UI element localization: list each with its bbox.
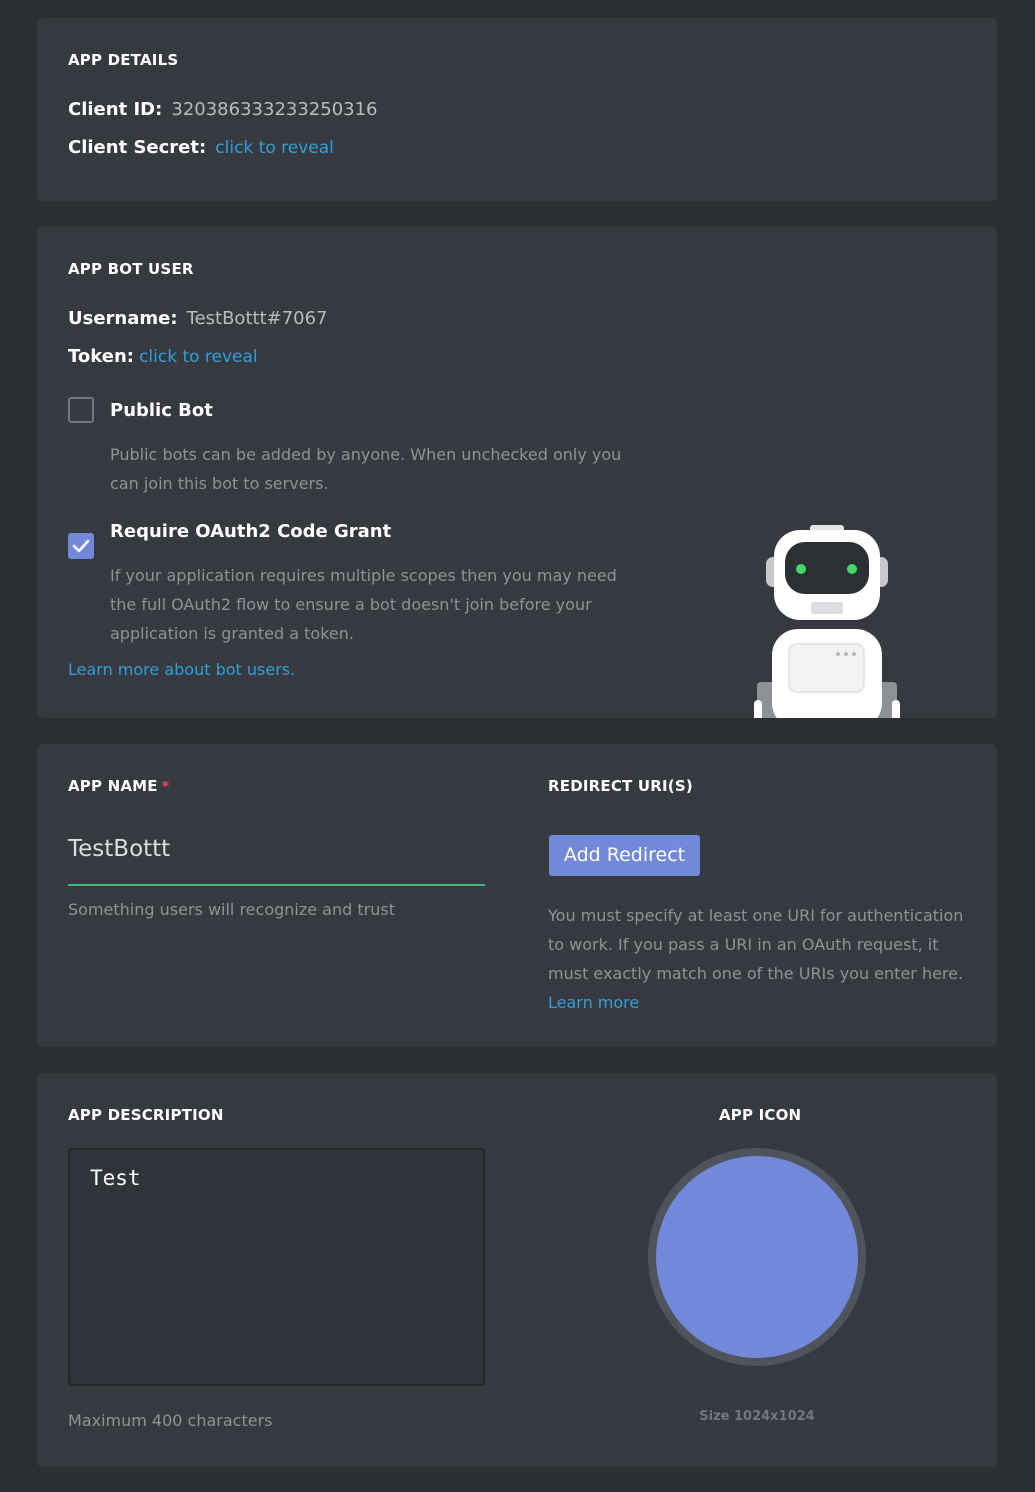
oauth-grant-description: If your application requires multiple sc… <box>110 561 670 648</box>
oauth-description-line: the full OAuth2 flow to ensure a bot doe… <box>110 595 592 614</box>
app-description-textarea[interactable]: Test <box>68 1148 485 1386</box>
public-bot-checkbox[interactable] <box>68 397 94 423</box>
public-bot-description: Public bots can be added by anyone. When… <box>110 440 670 498</box>
app-icon-preview <box>656 1156 858 1358</box>
oauth-grant-title: Require OAuth2 Code Grant <box>110 521 392 542</box>
redirect-heading: REDIRECT URI(S) <box>548 777 693 795</box>
username-label: Username: <box>68 308 178 329</box>
bot-user-heading: APP BOT USER <box>68 260 194 278</box>
bot-user-card: APP BOT USER Username: TestBottt#7067 To… <box>37 227 997 718</box>
app-description-heading: APP DESCRIPTION <box>68 1106 224 1124</box>
redirect-description-line: to work. If you pass a URI in an OAuth r… <box>548 935 939 954</box>
app-name-hint: Something users will recognize and trust <box>68 900 395 919</box>
app-name-heading: APP NAME * <box>68 777 169 795</box>
oauth-grant-checkbox[interactable] <box>68 533 94 559</box>
app-details-heading: APP DETAILS <box>68 51 179 69</box>
redirect-description-line: must exactly match one of the URIs you e… <box>548 964 964 983</box>
oauth-description-line: application is granted a token. <box>110 624 354 643</box>
token-row: Token: click to reveal <box>68 346 258 367</box>
client-id-label: Client ID: <box>68 99 163 120</box>
robot-illustration-icon <box>754 525 900 718</box>
app-icon-size-text: Size 1024x1024 <box>699 1409 815 1424</box>
app-name-underline <box>68 884 485 886</box>
add-redirect-button[interactable]: Add Redirect <box>549 835 700 876</box>
learn-more-bot-users-link[interactable]: Learn more about bot users. <box>68 660 295 679</box>
redirect-learn-more-link[interactable]: Learn more <box>548 993 639 1012</box>
client-id-value: 320386333233250316 <box>171 99 378 120</box>
username-row: Username: TestBottt#7067 <box>68 308 328 329</box>
username-value: TestBottt#7067 <box>186 308 328 329</box>
client-id-row: Client ID: 320386333233250316 <box>68 99 378 120</box>
description-icon-card: APP DESCRIPTION Test Maximum 400 charact… <box>37 1073 997 1467</box>
app-description-hint: Maximum 400 characters <box>68 1411 273 1430</box>
public-bot-description-line: Public bots can be added by anyone. When… <box>110 445 622 464</box>
token-reveal-link[interactable]: click to reveal <box>139 347 258 367</box>
app-icon-uploader[interactable] <box>648 1148 866 1366</box>
app-details-card: APP DETAILS Client ID: 32038633323325031… <box>37 18 997 201</box>
oauth-description-line: If your application requires multiple sc… <box>110 566 617 585</box>
app-name-heading-text: APP NAME <box>68 777 158 795</box>
required-asterisk: * <box>161 779 170 795</box>
client-secret-label: Client Secret: <box>68 137 207 158</box>
name-redirect-card: APP NAME * TestBottt Something users will… <box>37 744 997 1047</box>
checkmark-icon <box>72 539 90 553</box>
redirect-description: You must specify at least one URI for au… <box>548 901 978 1017</box>
public-bot-title: Public Bot <box>110 400 213 421</box>
redirect-description-line: You must specify at least one URI for au… <box>548 906 964 925</box>
token-label: Token: <box>68 346 134 367</box>
client-secret-reveal-link[interactable]: click to reveal <box>215 138 334 158</box>
client-secret-row: Client Secret: click to reveal <box>68 137 334 158</box>
app-icon-heading: APP ICON <box>719 1106 802 1124</box>
public-bot-description-line: can join this bot to servers. <box>110 474 329 493</box>
app-name-input[interactable]: TestBottt <box>68 836 485 862</box>
